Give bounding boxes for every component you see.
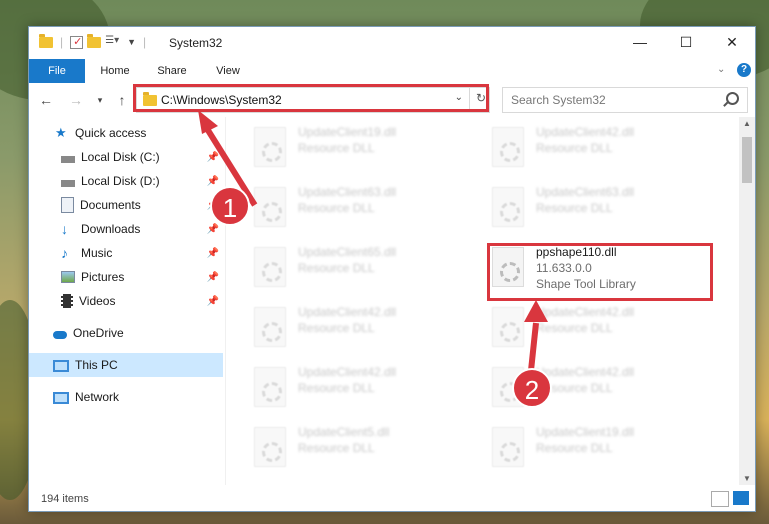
- arrowhead: [524, 300, 548, 322]
- callout-badge-1: 1: [210, 186, 250, 226]
- callout-arrowheads: [198, 110, 548, 322]
- callout-badge-2: 2: [512, 368, 552, 408]
- arrowhead: [198, 110, 218, 134]
